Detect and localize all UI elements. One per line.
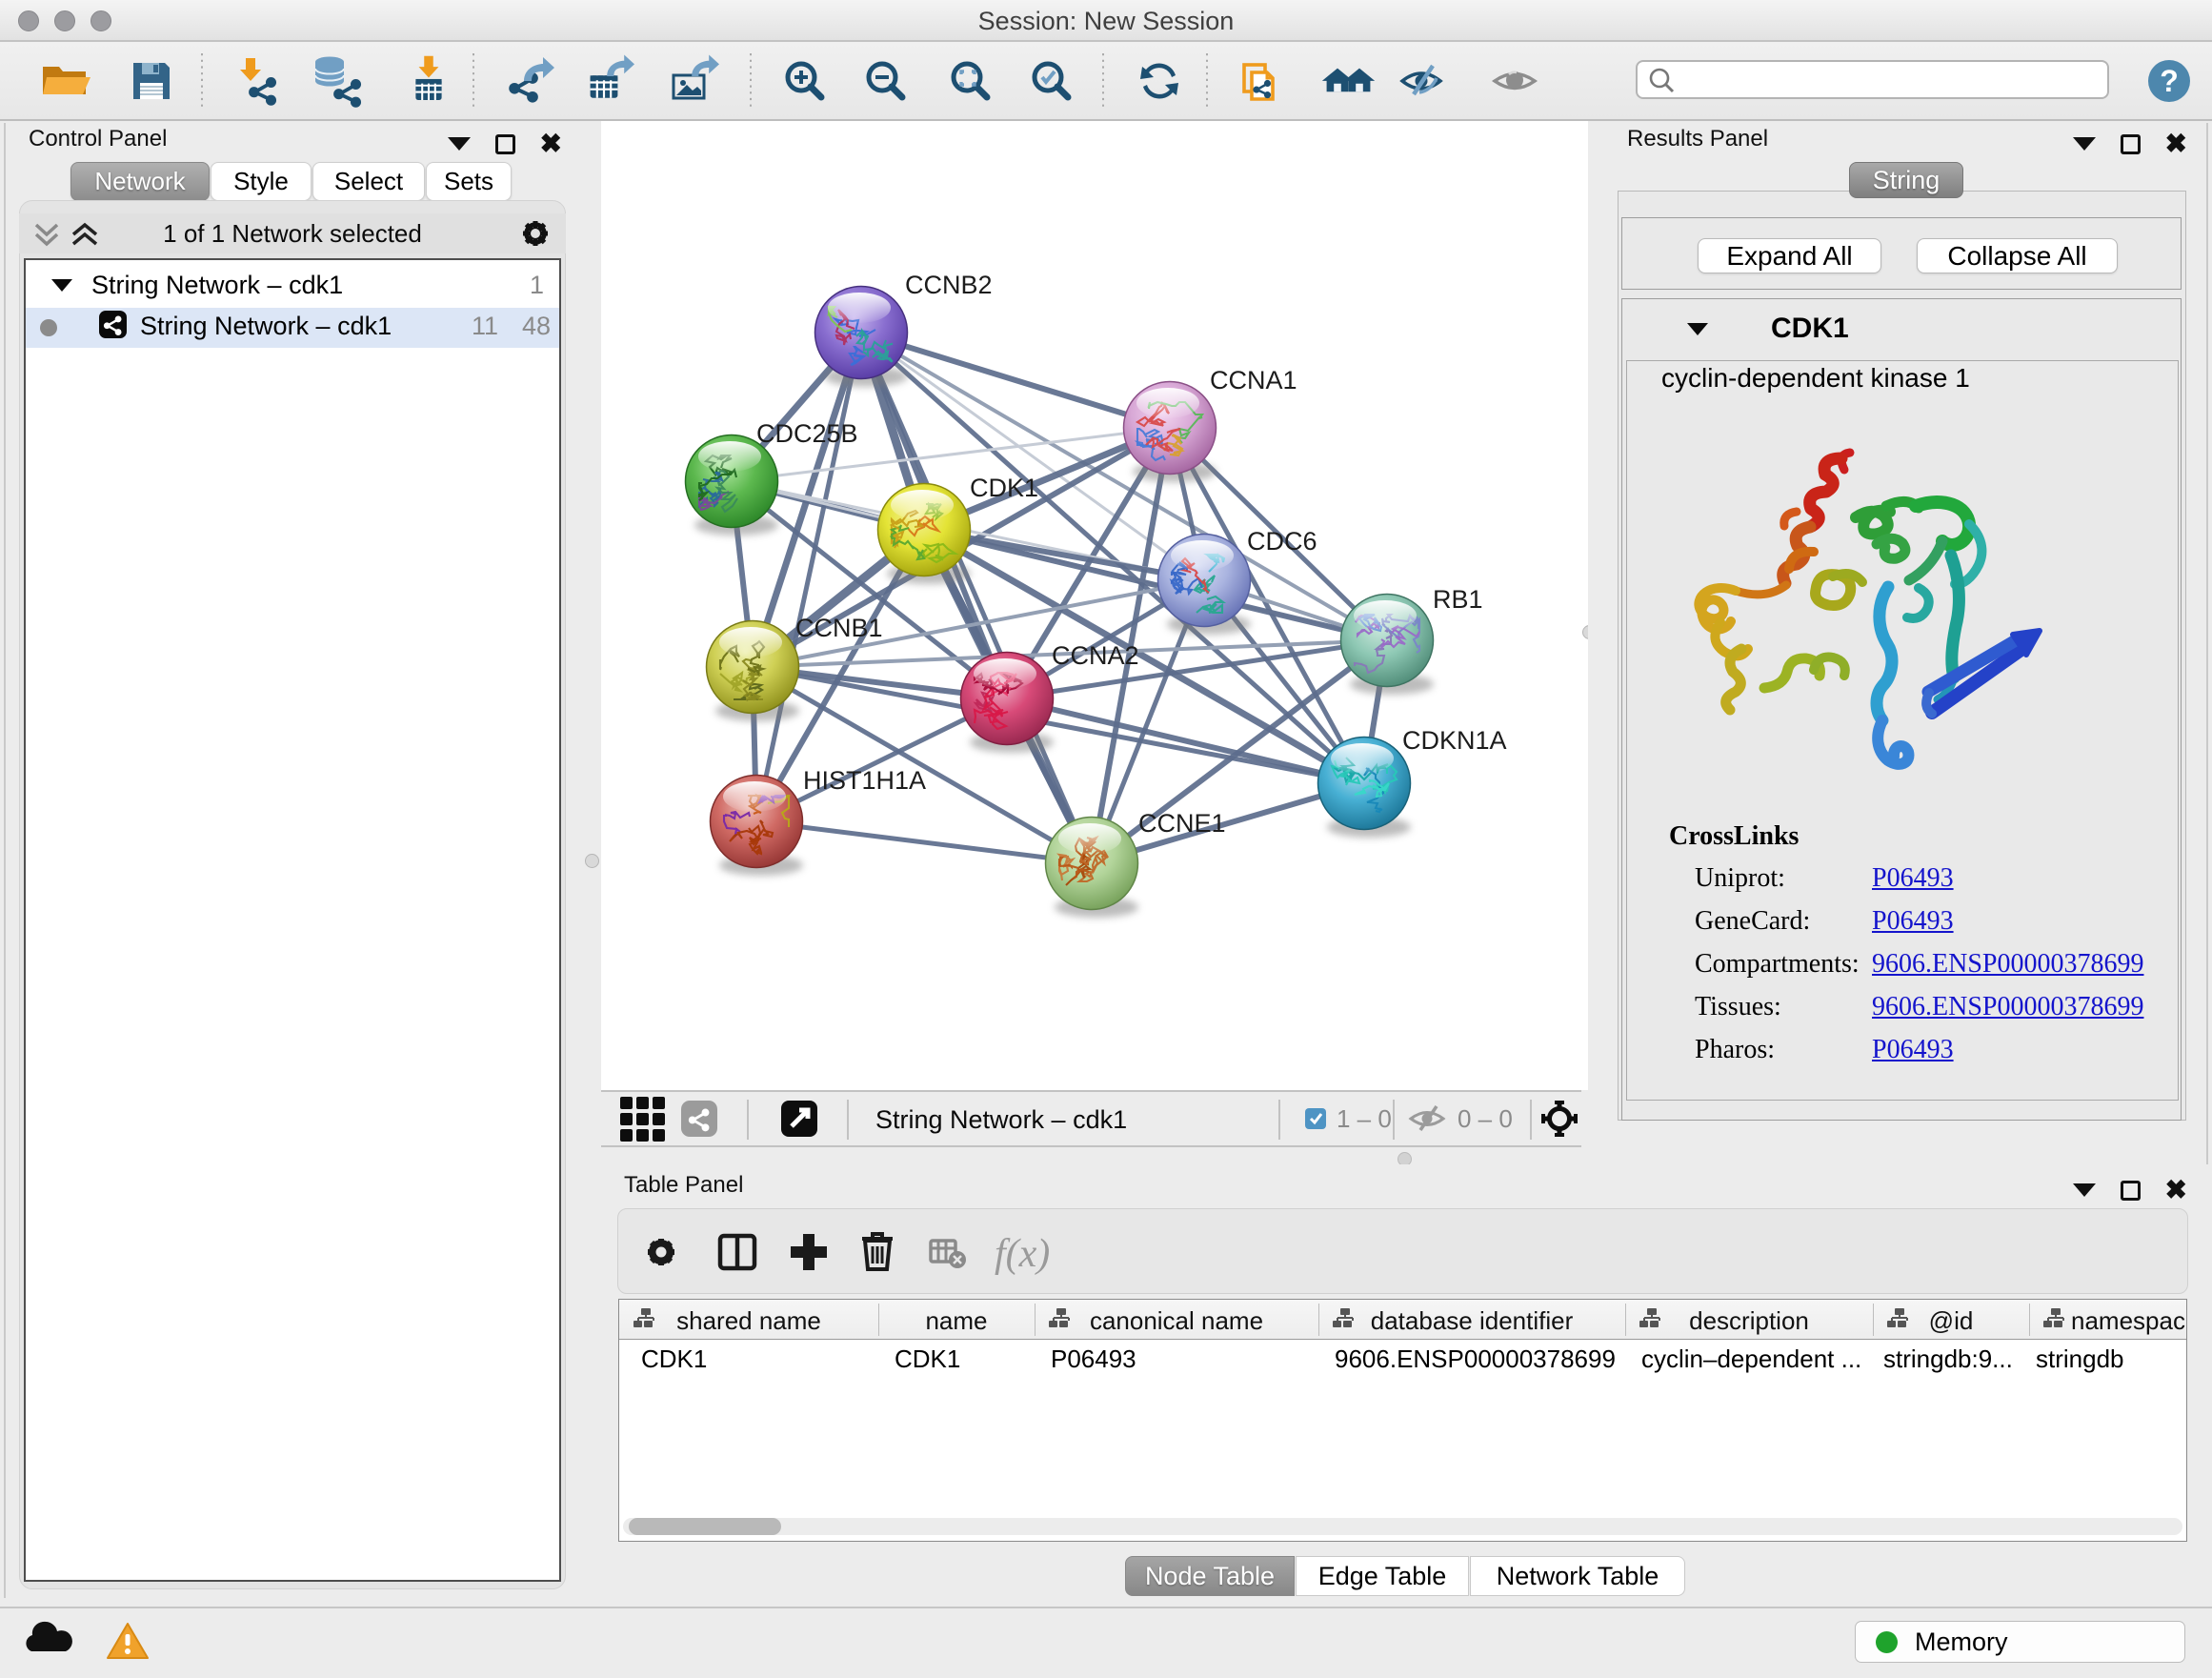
svg-text:CDC6: CDC6 — [1247, 527, 1317, 556]
svg-text:CCNB1: CCNB1 — [795, 614, 883, 642]
svg-text:CDKN1A: CDKN1A — [1402, 726, 1507, 755]
svg-text:CCNA1: CCNA1 — [1210, 366, 1297, 394]
svg-text:0 – 0: 0 – 0 — [1458, 1104, 1513, 1133]
svg-text:f(x): f(x) — [995, 1232, 1050, 1276]
svg-text:CCNB2: CCNB2 — [905, 271, 993, 299]
svg-text:CCNE1: CCNE1 — [1138, 809, 1226, 838]
svg-text:?: ? — [2160, 64, 2179, 98]
svg-text:CDC25B: CDC25B — [756, 419, 858, 448]
svg-text:RB1: RB1 — [1433, 585, 1483, 614]
svg-text:CCNA2: CCNA2 — [1052, 641, 1139, 670]
svg-text:HIST1H1A: HIST1H1A — [803, 766, 926, 795]
svg-text:1 – 0: 1 – 0 — [1337, 1104, 1392, 1133]
svg-text:String Network – cdk1: String Network – cdk1 — [875, 1105, 1127, 1134]
svg-text:CDK1: CDK1 — [970, 474, 1038, 502]
